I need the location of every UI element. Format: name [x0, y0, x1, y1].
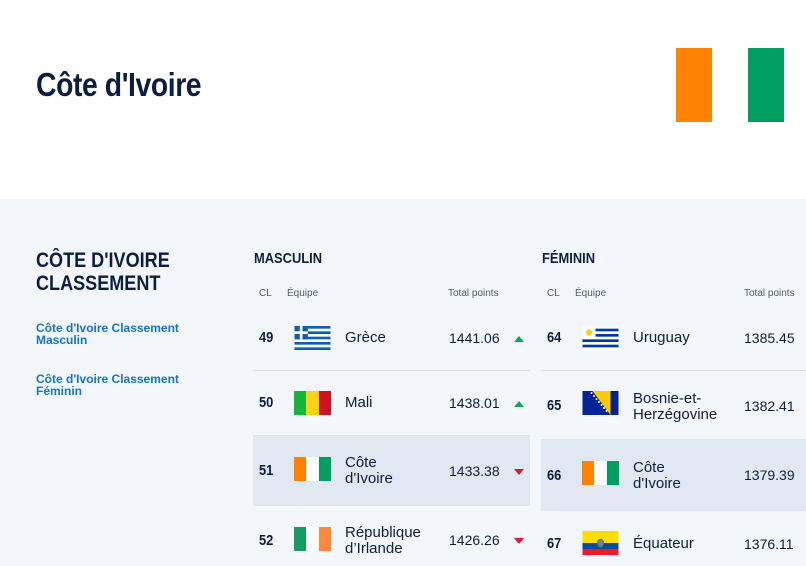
trend-up-icon [514, 401, 524, 407]
women-points-header: Total points [744, 288, 795, 299]
trend-down-icon [514, 538, 524, 544]
mali-flag-icon [294, 391, 331, 415]
trend-up-icon [514, 336, 524, 342]
rankings-section: CÔTE D'IVOIRE CLASSEMENT Côte d'Ivoire C… [0, 199, 806, 566]
cote-divoire-flag-icon [676, 48, 784, 122]
women-rank-header: CL [547, 288, 560, 299]
table-row[interactable]: 49 Grèce 1441.06 [253, 305, 530, 371]
link-men-ranking[interactable]: Côte d'Ivoire Classement Masculin [36, 322, 226, 346]
table-row[interactable]: 52 République d’Irlande 1426.26 [253, 506, 530, 566]
uruguay-flag-icon [582, 326, 619, 350]
men-points-header: Total points [448, 288, 499, 299]
bosnia-flag-icon [582, 391, 619, 415]
men-section-title: MASCULIN [254, 250, 323, 267]
link-women-ranking[interactable]: Côte d'Ivoire Classement Féminin [36, 373, 226, 397]
table-row[interactable]: 64 Uruguay 1385.45 [541, 305, 806, 371]
men-team-header: Équipe [287, 288, 319, 299]
sidebar-title: CÔTE D'IVOIRE CLASSEMENT [36, 249, 170, 295]
cote-divoire-flag-icon [294, 457, 331, 481]
page-title: Côte d'Ivoire [36, 66, 202, 103]
country-header: Côte d'Ivoire [0, 0, 806, 199]
table-row-highlighted[interactable]: 51 Côte d'Ivoire 1433.38 [253, 436, 530, 506]
ecuador-flag-icon [582, 531, 619, 555]
women-section-title: FÉMININ [542, 250, 596, 267]
cote-divoire-flag-icon [582, 461, 619, 485]
table-row[interactable]: 67 Équateur 1376.11 [541, 511, 806, 566]
table-row[interactable]: 65 Bosnie-et- Herzégovine 1382.41 [541, 371, 806, 440]
women-team-header: Équipe [575, 288, 607, 299]
ireland-flag-icon [294, 527, 331, 551]
men-rank-header: CL [259, 288, 272, 299]
table-row-highlighted[interactable]: 66 Côte d'Ivoire 1379.39 [541, 440, 806, 511]
greece-flag-icon [294, 326, 331, 350]
table-row[interactable]: 50 Mali 1438.01 [253, 371, 530, 436]
trend-down-icon [514, 469, 524, 475]
